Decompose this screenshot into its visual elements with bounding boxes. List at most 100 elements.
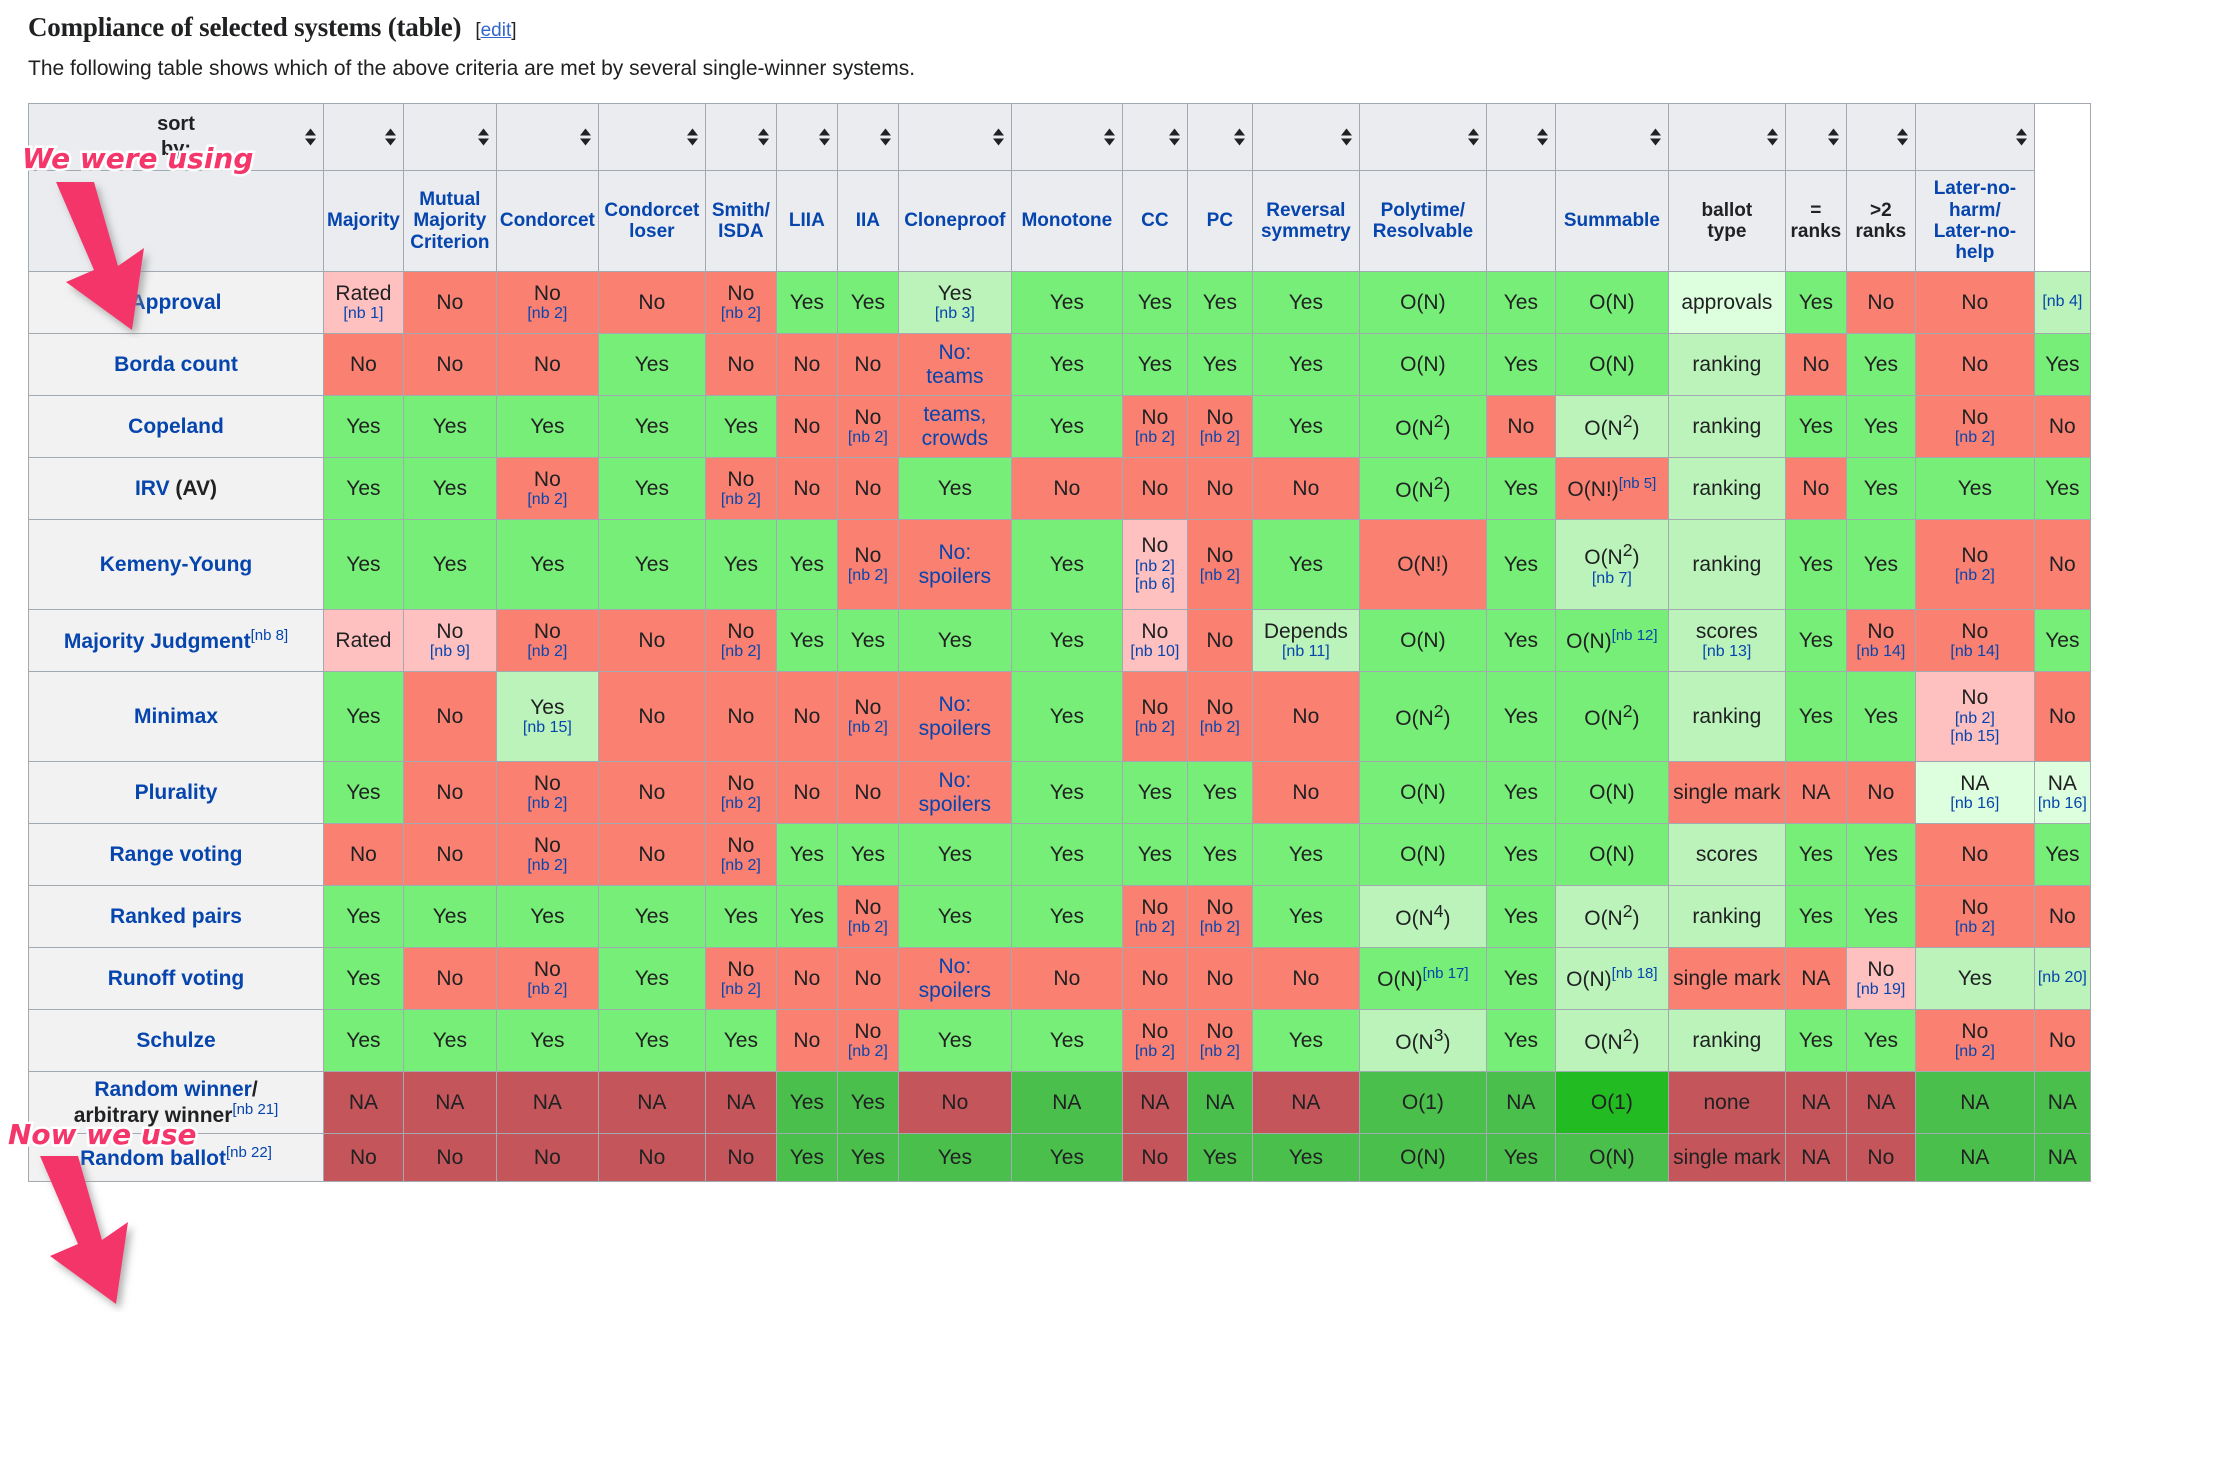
footnote-ref[interactable]: [nb 2] <box>1126 719 1184 737</box>
footnote-ref[interactable]: [nb 2] <box>500 643 595 661</box>
footnote-ref[interactable]: [nb 15] <box>500 719 595 737</box>
system-link[interactable]: Runoff voting <box>108 967 244 990</box>
footnote-ref[interactable]: [nb 4] <box>2038 293 2087 311</box>
footnote-ref[interactable]: [nb 2] <box>841 919 895 937</box>
sort-arrows-icon[interactable] <box>1103 128 1116 147</box>
footnote-ref[interactable]: [nb 2] <box>1191 1043 1249 1061</box>
sort-arrows-icon[interactable] <box>1766 128 1779 147</box>
sort-toggle-19[interactable] <box>1914 103 2035 171</box>
footnote-ref[interactable]: [nb 19] <box>1850 981 1912 999</box>
row-header-6[interactable]: Majority Judgment[nb 8] <box>28 609 324 672</box>
footnote-ref[interactable]: [nb 12] <box>1612 627 1658 644</box>
column-header-2[interactable]: Mutual Majority Criterion <box>402 170 497 272</box>
sort-toggle-18[interactable] <box>1845 103 1916 171</box>
footnote-ref[interactable]: [nb 2] <box>841 719 895 737</box>
footnote-ref[interactable]: [nb 7] <box>1559 570 1665 588</box>
row-header-2[interactable]: Borda count <box>28 333 324 396</box>
column-header-4[interactable]: Condorcet loser <box>597 170 706 272</box>
footnote-ref[interactable]: [nb 2] <box>500 857 595 875</box>
sort-toggle-9[interactable] <box>1010 103 1123 171</box>
sort-arrows-icon[interactable] <box>686 128 699 147</box>
footnote-ref[interactable]: [nb 2] <box>709 305 773 323</box>
footnote-ref[interactable]: [nb 2] <box>500 305 595 323</box>
sort-toggle-5[interactable] <box>704 103 777 171</box>
footnote-ref[interactable]: [nb 2] <box>1919 919 2031 937</box>
footnote-ref[interactable]: [nb 16] <box>2038 795 2087 813</box>
system-link[interactable]: Majority Judgment <box>64 630 251 653</box>
footnote-ref[interactable]: [nb 2] <box>1126 919 1184 937</box>
footnote-ref[interactable]: [nb 10] <box>1126 643 1184 661</box>
row-header-1[interactable]: Approval <box>28 271 324 334</box>
row-header-9[interactable]: Range voting <box>28 823 324 886</box>
footnote-ref[interactable]: [nb 2] <box>1919 567 2031 585</box>
footnote-ref[interactable]: [nb 6] <box>1126 576 1184 594</box>
sort-arrows-icon[interactable] <box>1233 128 1246 147</box>
footnote-ref[interactable]: [nb 8] <box>251 627 289 644</box>
footnote-ref[interactable]: [nb 2] <box>500 795 595 813</box>
sort-toggle-17[interactable] <box>1784 103 1847 171</box>
footnote-ref[interactable]: [nb 11] <box>1256 643 1356 661</box>
sort-arrows-icon[interactable] <box>579 128 592 147</box>
column-header-10[interactable]: CC <box>1121 170 1188 272</box>
footnote-ref[interactable]: [nb 2] <box>841 429 895 447</box>
sort-arrows-icon[interactable] <box>1896 128 1909 147</box>
sort-arrows-icon[interactable] <box>818 128 831 147</box>
footnote-ref[interactable]: [nb 2] <box>709 643 773 661</box>
footnote-ref[interactable]: [nb 3] <box>902 305 1008 323</box>
system-link[interactable]: Minimax <box>134 705 218 728</box>
footnote-ref[interactable]: [nb 17] <box>1423 965 1469 982</box>
sort-toggle-6[interactable] <box>775 103 838 171</box>
row-header-11[interactable]: Runoff voting <box>28 947 324 1010</box>
sort-toggle-15[interactable] <box>1554 103 1669 171</box>
row-header-3[interactable]: Copeland <box>28 395 324 458</box>
column-header-16[interactable]: ballot type <box>1667 170 1786 272</box>
sort-arrows-icon[interactable] <box>992 128 1005 147</box>
footnote-ref[interactable]: [nb 5] <box>1619 475 1657 492</box>
footnote-ref[interactable]: [nb 1] <box>327 305 400 323</box>
sort-toggle-2[interactable] <box>402 103 497 171</box>
sort-arrows-icon[interactable] <box>304 128 317 147</box>
system-link[interactable]: Approval <box>130 291 221 314</box>
system-link[interactable]: Schulze <box>136 1029 215 1052</box>
sort-arrows-icon[interactable] <box>1467 128 1480 147</box>
system-link[interactable]: Kemeny-Young <box>100 553 252 576</box>
footnote-ref[interactable]: [nb 2] <box>500 491 595 509</box>
footnote-ref[interactable]: [nb 20] <box>2038 969 2087 987</box>
footnote-ref[interactable]: [nb 2] <box>709 981 773 999</box>
sort-toggle-4[interactable] <box>597 103 706 171</box>
sort-toggle-8[interactable] <box>897 103 1012 171</box>
column-header-8[interactable]: Cloneproof <box>897 170 1012 272</box>
footnote-ref[interactable]: [nb 2] <box>841 1043 895 1061</box>
system-link[interactable]: IRV <box>135 477 170 500</box>
footnote-ref[interactable]: [nb 14] <box>1850 643 1912 661</box>
column-header-14[interactable] <box>1485 170 1556 272</box>
sort-toggle-7[interactable] <box>836 103 899 171</box>
system-link[interactable]: Random winner <box>94 1078 252 1101</box>
sort-arrows-icon[interactable] <box>1340 128 1353 147</box>
column-header-7[interactable]: IIA <box>836 170 899 272</box>
footnote-ref[interactable]: [nb 2] <box>1126 429 1184 447</box>
sort-by-header[interactable]: sort by: <box>28 103 324 171</box>
column-header-17[interactable]: = ranks <box>1784 170 1847 272</box>
footnote-ref[interactable]: [nb 2] <box>841 567 895 585</box>
column-header-12[interactable]: Reversal symmetry <box>1251 170 1360 272</box>
sort-toggle-14[interactable] <box>1485 103 1556 171</box>
sort-toggle-1[interactable] <box>323 103 404 171</box>
column-header-5[interactable]: Smith/ISDA <box>704 170 777 272</box>
footnote-ref[interactable]: [nb 15] <box>1919 728 2031 746</box>
footnote-ref[interactable]: [nb 21] <box>232 1101 278 1118</box>
sort-arrows-icon[interactable] <box>2015 128 2028 147</box>
row-header-12[interactable]: Schulze <box>28 1009 324 1072</box>
system-link[interactable]: Borda count <box>114 353 238 376</box>
footnote-ref[interactable]: [nb 22] <box>226 1144 272 1161</box>
footnote-ref[interactable]: [nb 2] <box>1919 710 2031 728</box>
footnote-ref[interactable]: [nb 2] <box>1191 429 1249 447</box>
footnote-ref[interactable]: [nb 2] <box>1919 429 2031 447</box>
sort-toggle-11[interactable] <box>1186 103 1253 171</box>
sort-arrows-icon[interactable] <box>1536 128 1549 147</box>
column-header-15[interactable]: Summable <box>1554 170 1669 272</box>
footnote-ref[interactable]: [nb 13] <box>1672 643 1782 661</box>
footnote-ref[interactable]: [nb 2] <box>1126 1043 1184 1061</box>
footnote-ref[interactable]: [nb 2] <box>1191 919 1249 937</box>
footnote-ref[interactable]: [nb 14] <box>1919 643 2031 661</box>
